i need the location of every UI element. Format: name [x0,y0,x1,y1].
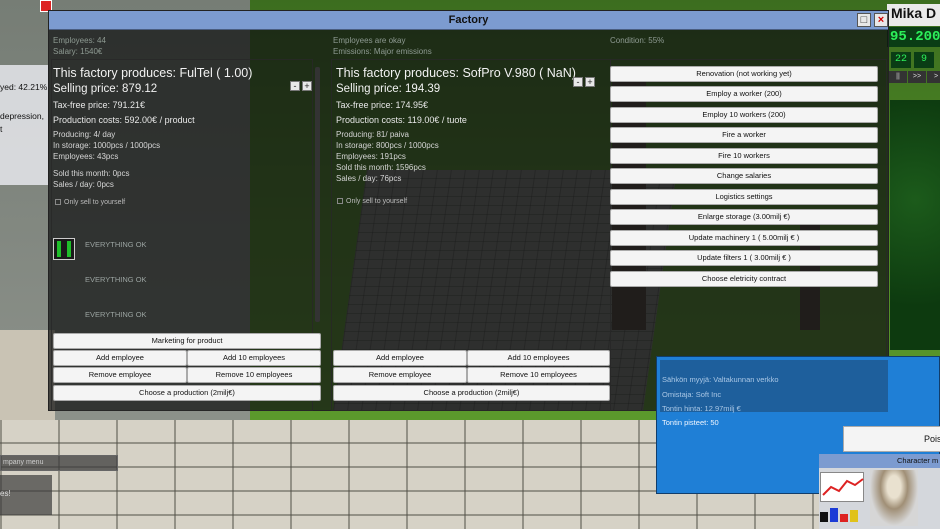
bar-icon-3 [840,514,848,522]
product1-storage: In storage: 1000pcs / 1000pcs [53,141,161,150]
header-salary: Salary: 1540€ [53,47,103,56]
product2-remove-employee-button[interactable]: Remove employee [333,367,467,383]
checkbox-icon[interactable] [55,199,61,206]
product2-choose-production-button[interactable]: Choose a production (2milj€) [333,385,610,401]
maximize-icon[interactable]: □ [857,13,871,27]
pause-button[interactable]: || [889,71,907,83]
scene-tree [890,100,940,350]
product1-add-10-button[interactable]: Add 10 employees [187,350,321,366]
gauge-fill-2 [67,241,71,257]
plot-owner: Omistaja: Soft Inc [662,390,722,399]
stats-chart-icon[interactable] [820,472,864,502]
fire-10-workers-button[interactable]: Fire 10 workers [610,148,878,164]
product2-remove-10-button[interactable]: Remove 10 employees [467,367,610,383]
product1-choose-production-button[interactable]: Choose a production (2milj€) [53,385,321,401]
product2-only-sell-checkbox[interactable]: Only sell to yourself [337,198,407,205]
gauge-fill [57,241,61,257]
plot-electricity-seller: Sähkön myyjä: Valtakunnan verkko [662,375,779,384]
product2-sold: Sold this month: 1596pcs [336,163,426,172]
hud-counter-2: 9 [914,52,934,68]
header-emissions: Emissions: Major emissions [333,47,432,56]
product2-plus-button[interactable]: + [585,77,595,87]
checkbox-icon[interactable] [337,198,343,205]
employ-10-workers-button[interactable]: Employ 10 workers (200) [610,107,878,123]
product2-employees: Employees: 191pcs [336,152,406,161]
product-scrollbar[interactable] [315,67,320,322]
window-title: Factory [448,14,489,26]
scene-stone [0,330,55,430]
product1-plus-button[interactable]: + [302,81,312,91]
product1-sold: Sold this month: 0pcs [53,169,130,178]
product2-minus-button[interactable]: - [573,77,583,87]
hud-counter-1: 22 [891,52,911,68]
left-stat-text: yed: 42.21% [0,82,48,92]
product1-status-1: EVERYTHING OK [85,240,147,249]
close-icon[interactable]: × [874,13,888,27]
character-avatar[interactable] [870,470,918,526]
header-condition: Condition: 55% [610,36,665,45]
product1-status-3: EVERYTHING OK [85,310,147,319]
update-machinery-button[interactable]: Update machinery 1 ( 5.00milj € ) [610,230,878,246]
play-button[interactable]: > [927,71,940,83]
product1-status-gauge [53,238,75,260]
product1-status-2: EVERYTHING OK [85,275,147,284]
product1-only-sell-label: Only sell to yourself [64,199,126,206]
chart-line-icon [822,478,864,496]
header-employees-block: Employees: 44 Salary: 1540€ [53,35,106,57]
product1-employees: Employees: 43pcs [53,152,119,161]
product2-only-sell-label: Only sell to yourself [346,198,408,205]
product2-storage: In storage: 800pcs / 1000pcs [336,141,439,150]
fire-worker-button[interactable]: Fire a worker [610,127,878,143]
bar-icon-2 [830,508,838,522]
product1-minus-button[interactable]: - [290,81,300,91]
character-menu-title[interactable]: Character m [819,454,940,468]
product2-production-costs: Production costs: 119.00€ / tuote [336,115,467,125]
change-salaries-button[interactable]: Change salaries [610,168,878,184]
product1-remove-10-button[interactable]: Remove 10 employees [187,367,321,383]
enlarge-storage-button[interactable]: Enlarge storage (3.00milj €) [610,209,878,225]
left-event-text-2: t [0,124,3,134]
product2-sales: Sales / day: 76pcs [336,174,402,183]
player-name: Mika D [887,4,940,26]
logistics-settings-button[interactable]: Logistics settings [610,189,878,205]
header-employee-status: Employees are okay [333,36,406,45]
product1-add-employee-button[interactable]: Add employee [53,350,187,366]
bar-icon-1 [820,512,828,522]
plot-action-button[interactable]: Pois [843,426,940,452]
money-display: 95.200 [887,27,940,47]
product2-selling-price: Selling price: 194.39 [336,83,441,95]
product2-taxfree-price: Tax-free price: 174.95€ [336,100,429,110]
renovation-button[interactable]: Renovation (not working yet) [610,66,878,82]
plot-score: Tontin pisteet: 50 [662,418,719,427]
product1-sales: Sales / day: 0pcs [53,180,114,189]
factory-window: Factory □ × Employees: 44 Salary: 1540€ … [48,10,889,411]
marketing-button[interactable]: Marketing for product [53,333,321,349]
header-status-block: Employees are okay Emissions: Major emis… [333,35,432,57]
product2-add-10-button[interactable]: Add 10 employees [467,350,610,366]
product1-name: This factory produces: FulTel ( 1.00) [53,66,253,80]
product1-remove-employee-button[interactable]: Remove employee [53,367,187,383]
left-box-text: es! [0,489,11,498]
product2-producing: Producing: 81/ paiva [336,130,409,139]
plot-price: Tontin hinta: 12.97milj € [662,404,741,413]
fast-forward-button[interactable]: >> [908,71,926,83]
employ-worker-button[interactable]: Employ a worker (200) [610,86,878,102]
bar-icon-4 [850,510,858,522]
product2-add-employee-button[interactable]: Add employee [333,350,467,366]
header-employees: Employees: 44 [53,36,106,45]
product1-production-costs: Production costs: 592.00€ / product [53,115,195,125]
product2-name: This factory produces: SofPro V.980 ( Na… [336,66,576,80]
product1-selling-price: Selling price: 879.12 [53,83,158,95]
update-filters-button[interactable]: Update filters 1 ( 3.00milj € ) [610,250,878,266]
product1-only-sell-checkbox[interactable]: Only sell to yourself [55,199,125,206]
electricity-contract-button[interactable]: Choose eletricity contract [610,271,878,287]
bars-icon[interactable] [820,506,866,522]
company-menu-button[interactable]: mpany menu [0,455,118,471]
product1-producing: Producing: 4/ day [53,130,116,139]
product1-taxfree-price: Tax-free price: 791.21€ [53,100,146,110]
left-event-text: depression, [0,111,44,121]
window-titlebar[interactable]: Factory □ × [49,11,888,30]
